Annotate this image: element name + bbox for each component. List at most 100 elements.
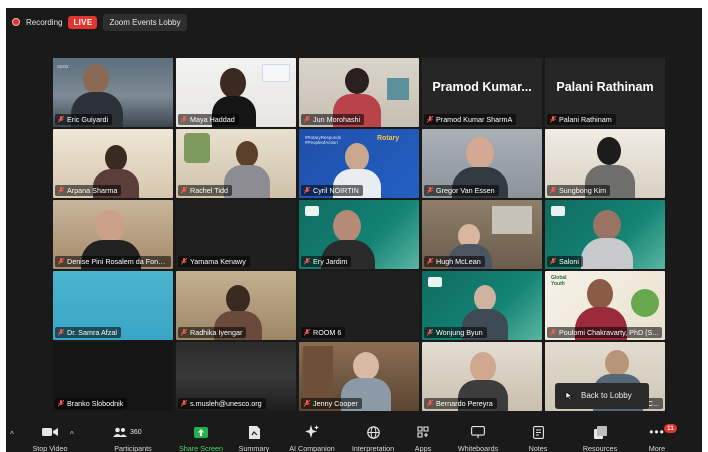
tile-name-label: Ery Jardim xyxy=(301,256,352,267)
summary-icon xyxy=(244,425,264,439)
tile-name-label: s.musleh@unesco.org xyxy=(178,398,266,409)
tile-name-label: Saloni xyxy=(547,256,583,267)
tile-name-label: Jenny Cooper xyxy=(301,398,362,409)
more-notification-badge: 11 xyxy=(664,424,677,433)
video-tile-eric-guiyardi[interactable]: ∞∞ Eric Guiyardi xyxy=(53,58,173,127)
mic-muted-icon xyxy=(58,400,64,407)
whiteboard-icon xyxy=(468,425,488,439)
tile-name-label: Dr. Samra Afzal xyxy=(55,327,121,338)
video-tile-hugh-mclean[interactable]: Hugh McLean xyxy=(422,200,542,269)
video-tile-cyril-noirtin[interactable]: #RotaryResponds #PeopleofAction Rotary C… xyxy=(299,129,419,198)
cursor-icon xyxy=(565,391,573,401)
mic-muted-icon xyxy=(427,116,433,123)
video-tile-maya-haddad[interactable]: Maya Haddad xyxy=(176,58,296,127)
zoom-app: Recording LIVE Zoom Events Lobby ∞∞ Eric… xyxy=(0,0,708,452)
video-tile-sungbong-kim[interactable]: Sungbong Kim xyxy=(545,129,665,198)
whiteboards-button[interactable]: Whiteboards xyxy=(450,420,506,452)
video-tile-samra-afzal[interactable]: Dr. Samra Afzal xyxy=(53,271,173,340)
interpretation-button[interactable]: Interpretation xyxy=(344,420,402,452)
video-tile-jun-morohashi[interactable]: Jun Morohashi xyxy=(299,58,419,127)
apps-button[interactable]: Apps xyxy=(408,420,438,452)
video-camera-icon xyxy=(40,425,60,439)
mic-muted-icon xyxy=(304,116,310,123)
video-tile-denise-pini[interactable]: Denise Pini Rosalem da Fons... xyxy=(53,200,173,269)
audio-options-caret-icon[interactable]: ^ xyxy=(10,430,14,439)
resources-button[interactable]: Resources xyxy=(576,420,624,452)
video-tile-s-musleh[interactable]: s.musleh@unesco.org xyxy=(176,342,296,411)
mic-muted-icon xyxy=(181,187,187,194)
mic-muted-icon xyxy=(181,116,187,123)
video-tile-yamama-kenawy[interactable]: Yamama Kenawy xyxy=(176,200,296,269)
live-badge[interactable]: LIVE xyxy=(68,15,98,29)
tile-name-label: Pramod Kumar SharmA xyxy=(424,114,517,125)
video-tile-branko-slobodnik[interactable]: Branko Slobodnik xyxy=(53,342,173,411)
share-screen-button[interactable]: Share Screen xyxy=(176,420,226,452)
mic-muted-icon xyxy=(181,329,187,336)
summary-button[interactable]: Summary xyxy=(232,420,276,452)
video-tile-bernardo-pereyra[interactable]: Bernardo Pereyra xyxy=(422,342,542,411)
stop-video-button[interactable]: Stop Video xyxy=(26,420,74,452)
video-options-caret-icon[interactable]: ^ xyxy=(70,430,74,439)
mic-muted-icon xyxy=(550,116,556,123)
meeting-toolbar: ^ Stop Video ^ 360 Participants Share Sc… xyxy=(6,420,702,452)
tile-name-label: Gregor Van Essen xyxy=(424,185,499,196)
mic-muted-icon xyxy=(58,329,64,336)
back-to-lobby-button[interactable]: Back to Lobby xyxy=(555,383,649,409)
video-tile-radhika-iyengar[interactable]: Radhika Iyengar xyxy=(176,271,296,340)
mic-muted-icon xyxy=(181,400,187,407)
participants-button[interactable]: 360 Participants xyxy=(104,420,162,452)
tile-name-label: Radhika Iyengar xyxy=(178,327,247,338)
mic-muted-icon xyxy=(304,187,310,194)
globe-icon xyxy=(363,425,383,439)
tile-name-label: Poulomi Chakravarty, PhD (S... xyxy=(547,327,663,338)
video-tile-pramod-kumar[interactable]: Pramod Kumar... Pramod Kumar SharmA xyxy=(422,58,542,127)
mic-muted-icon xyxy=(304,329,310,336)
share-screen-icon xyxy=(191,425,211,439)
ai-companion-button[interactable]: AI Companion xyxy=(282,420,342,452)
participant-display-name: Palani Rathinam xyxy=(556,80,654,94)
tile-name-label: Cyril NOIRTIN xyxy=(301,185,363,196)
participants-icon: 360 xyxy=(113,425,153,439)
participant-display-name: Pramod Kumar... xyxy=(432,80,532,94)
mic-muted-icon xyxy=(58,187,64,194)
mic-muted-icon xyxy=(427,329,433,336)
tile-name-label: Yamama Kenawy xyxy=(178,256,250,267)
notes-button[interactable]: Notes xyxy=(520,420,556,452)
tile-name-label: Branko Slobodnik xyxy=(55,398,128,409)
video-tile-arpana-sharma[interactable]: Arpana Sharma xyxy=(53,129,173,198)
tile-name-label: Sungbong Kim xyxy=(547,185,611,196)
video-tile-ery-jardim[interactable]: Ery Jardim xyxy=(299,200,419,269)
tile-name-label: Rachel Tidd xyxy=(178,185,232,196)
video-tile-rachel-tidd[interactable]: Rachel Tidd xyxy=(176,129,296,198)
mic-muted-icon xyxy=(550,258,556,265)
mic-muted-icon xyxy=(427,258,433,265)
video-tile-room-6[interactable]: ROOM 6 xyxy=(299,271,419,340)
video-grid: ∞∞ Eric Guiyardi Maya Haddad Jun Morohas… xyxy=(53,58,665,411)
tile-name-label: Eric Guiyardi xyxy=(55,114,113,125)
zoom-events-lobby-button[interactable]: Zoom Events Lobby xyxy=(103,13,187,31)
video-tile-palani-rathinam[interactable]: Palani Rathinam Palani Rathinam xyxy=(545,58,665,127)
tile-name-label: ROOM 6 xyxy=(301,327,346,338)
tile-name-label: Bernardo Pereyra xyxy=(424,398,497,409)
mic-muted-icon xyxy=(304,400,310,407)
mic-muted-icon xyxy=(427,187,433,194)
mic-muted-icon xyxy=(304,258,310,265)
tile-name-label: Arpana Sharma xyxy=(55,185,122,196)
mic-muted-icon xyxy=(58,116,64,123)
tile-name-label: Denise Pini Rosalem da Fons... xyxy=(55,256,171,267)
video-tile-gregor-van-essen[interactable]: Gregor Van Essen xyxy=(422,129,542,198)
resources-icon xyxy=(590,425,610,439)
video-tile-saloni[interactable]: Saloni xyxy=(545,200,665,269)
apps-icon xyxy=(413,425,433,439)
tile-name-label: Wonjung Byun xyxy=(424,327,487,338)
mic-muted-icon xyxy=(550,329,556,336)
tile-name-label: Maya Haddad xyxy=(178,114,239,125)
video-tile-jenny-cooper[interactable]: Jenny Cooper xyxy=(299,342,419,411)
mic-muted-icon xyxy=(181,258,187,265)
top-bar: Recording LIVE Zoom Events Lobby xyxy=(6,8,702,36)
recording-label: Recording xyxy=(26,17,63,27)
recording-icon xyxy=(12,18,20,26)
tile-name-label: Hugh McLean xyxy=(424,256,485,267)
video-tile-poulomi-chakravarty[interactable]: Global Youth Poulomi Chakravarty, PhD (S… xyxy=(545,271,665,340)
video-tile-wonjung-byun[interactable]: Wonjung Byun xyxy=(422,271,542,340)
